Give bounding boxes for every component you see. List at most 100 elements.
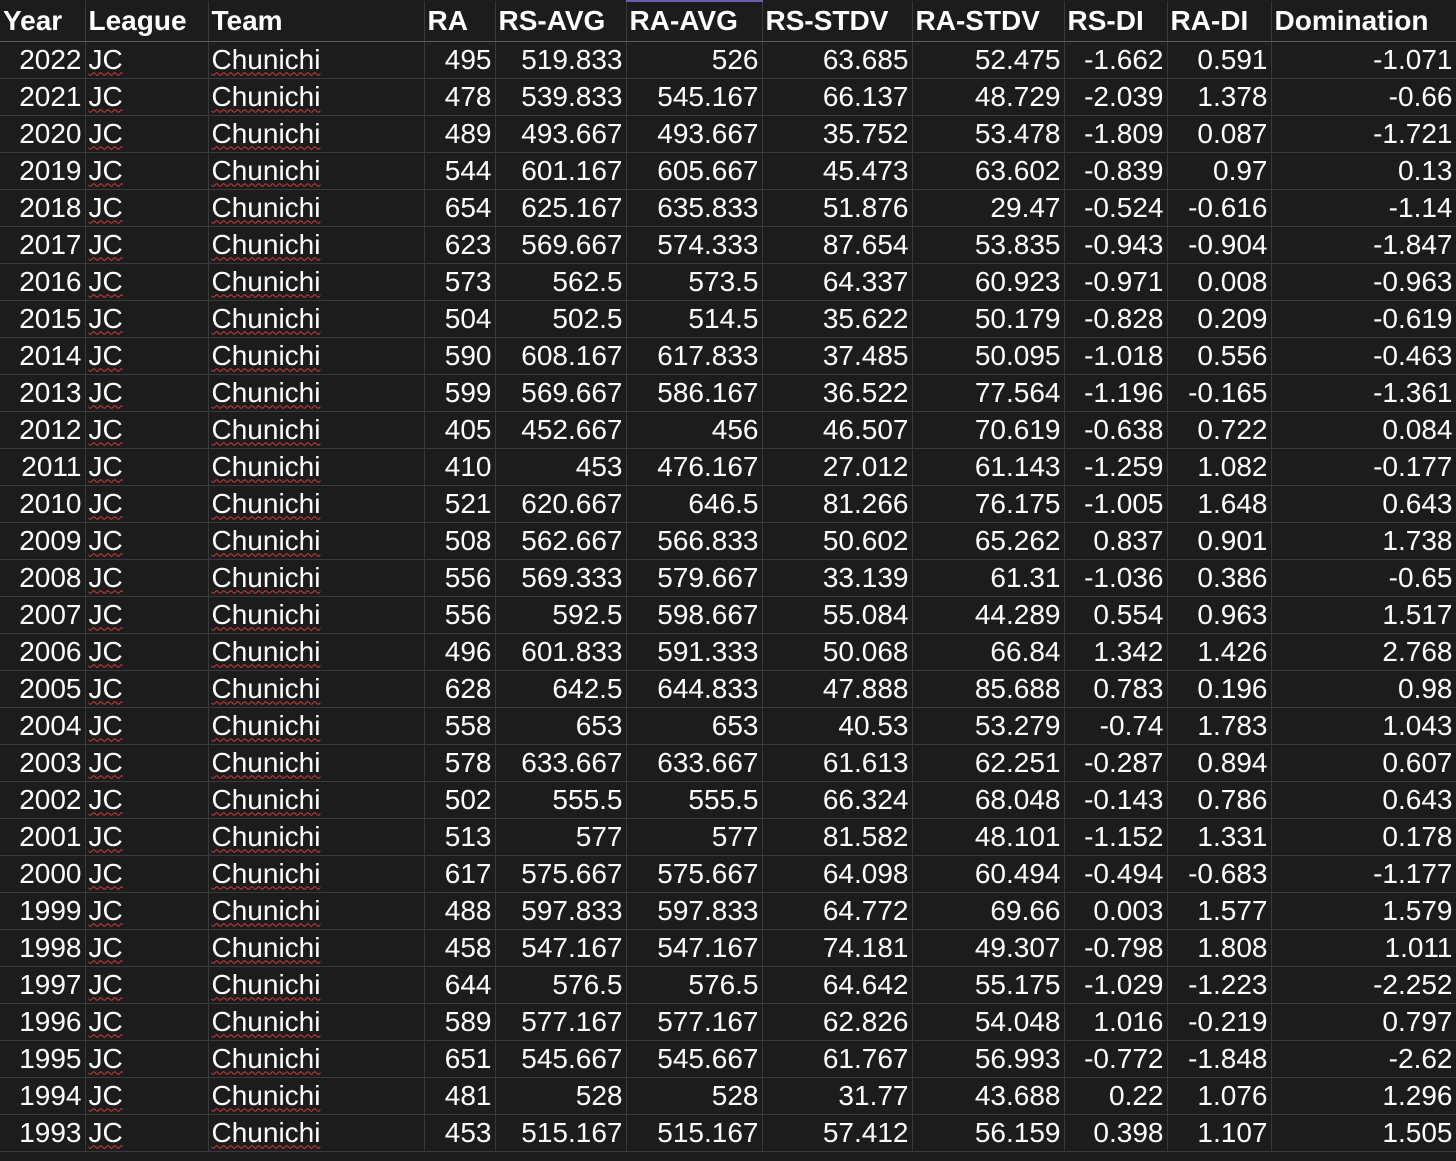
cell-year[interactable]: 2018: [0, 189, 86, 227]
cell-team[interactable]: Chunichi: [208, 337, 425, 375]
cell-ra-stdv[interactable]: 54.048: [912, 1003, 1065, 1041]
cell-year[interactable]: 1998: [0, 929, 86, 967]
cell-rs-di[interactable]: 0.783: [1064, 670, 1168, 708]
cell-league[interactable]: JC: [85, 1114, 209, 1152]
cell-rs-di[interactable]: -0.839: [1064, 152, 1168, 190]
cell-ra[interactable]: 644: [424, 966, 496, 1004]
cell-team[interactable]: Chunichi: [208, 1114, 425, 1152]
header-cell-domination[interactable]: Domination: [1271, 1, 1456, 42]
cell-domination[interactable]: 0.643: [1271, 781, 1456, 819]
cell-league[interactable]: JC: [85, 152, 209, 190]
cell-ra-di[interactable]: -0.683: [1167, 855, 1272, 893]
cell-rs-stdv[interactable]: 66.324: [762, 781, 913, 819]
cell-ra-avg[interactable]: 456: [626, 411, 763, 449]
cell-domination[interactable]: 0.13: [1271, 152, 1456, 190]
cell-year[interactable]: 1993: [0, 1114, 86, 1152]
cell-year[interactable]: 2010: [0, 485, 86, 523]
cell-year[interactable]: 2021: [0, 78, 86, 116]
cell-rs-avg[interactable]: 601.833: [495, 633, 627, 671]
cell-rs-stdv[interactable]: 37.485: [762, 337, 913, 375]
cell-domination[interactable]: 1.296: [1271, 1077, 1456, 1115]
cell-ra[interactable]: 513: [424, 818, 496, 856]
cell-ra-stdv[interactable]: 53.279: [912, 707, 1065, 745]
cell-year[interactable]: 2008: [0, 559, 86, 597]
cell-rs-stdv[interactable]: 64.337: [762, 263, 913, 301]
cell-rs-di[interactable]: -1.029: [1064, 966, 1168, 1004]
cell-rs-stdv[interactable]: 81.266: [762, 485, 913, 523]
cell-ra-di[interactable]: -0.165: [1167, 374, 1272, 412]
cell-team[interactable]: Chunichi: [208, 411, 425, 449]
cell-year[interactable]: 1994: [0, 1077, 86, 1115]
cell-domination[interactable]: 1.043: [1271, 707, 1456, 745]
cell-league[interactable]: JC: [85, 522, 209, 560]
header-cell-rs-avg[interactable]: RS-AVG: [495, 1, 627, 42]
cell-rs-stdv[interactable]: 57.412: [762, 1114, 913, 1152]
cell-ra-stdv[interactable]: 50.179: [912, 300, 1065, 338]
cell-ra-di[interactable]: 0.722: [1167, 411, 1272, 449]
cell-league[interactable]: JC: [85, 781, 209, 819]
cell-ra[interactable]: 405: [424, 411, 496, 449]
cell-rs-di[interactable]: 1.342: [1064, 633, 1168, 671]
cell-domination[interactable]: -0.66: [1271, 78, 1456, 116]
cell-rs-di[interactable]: -1.018: [1064, 337, 1168, 375]
cell-team[interactable]: Chunichi: [208, 707, 425, 745]
cell-rs-avg[interactable]: 569.667: [495, 226, 627, 264]
cell-domination[interactable]: -2.252: [1271, 966, 1456, 1004]
cell-domination[interactable]: -1.847: [1271, 226, 1456, 264]
cell-ra-di[interactable]: 1.378: [1167, 78, 1272, 116]
cell-ra-di[interactable]: 0.901: [1167, 522, 1272, 560]
cell-rs-stdv[interactable]: 63.685: [762, 41, 913, 79]
cell-rs-stdv[interactable]: 51.876: [762, 189, 913, 227]
cell-ra[interactable]: 654: [424, 189, 496, 227]
cell-league[interactable]: JC: [85, 41, 209, 79]
cell-rs-avg[interactable]: 569.333: [495, 559, 627, 597]
cell-rs-avg[interactable]: 569.667: [495, 374, 627, 412]
cell-rs-stdv[interactable]: 35.752: [762, 115, 913, 153]
cell-rs-avg[interactable]: 562.5: [495, 263, 627, 301]
cell-ra[interactable]: 578: [424, 744, 496, 782]
cell-team[interactable]: Chunichi: [208, 892, 425, 930]
cell-year[interactable]: 2006: [0, 633, 86, 671]
cell-rs-avg[interactable]: 633.667: [495, 744, 627, 782]
cell-ra-di[interactable]: 1.331: [1167, 818, 1272, 856]
cell-ra-avg[interactable]: 575.667: [626, 855, 763, 893]
cell-rs-stdv[interactable]: 45.473: [762, 152, 913, 190]
cell-ra-avg[interactable]: 635.833: [626, 189, 763, 227]
cell-rs-avg[interactable]: 453: [495, 448, 627, 486]
cell-ra-avg[interactable]: 579.667: [626, 559, 763, 597]
cell-ra-stdv[interactable]: 68.048: [912, 781, 1065, 819]
header-cell-year[interactable]: Year: [0, 1, 86, 42]
cell-rs-stdv[interactable]: 27.012: [762, 448, 913, 486]
cell-rs-avg[interactable]: 642.5: [495, 670, 627, 708]
cell-ra-stdv[interactable]: 48.101: [912, 818, 1065, 856]
cell-ra-avg[interactable]: 555.5: [626, 781, 763, 819]
cell-ra-di[interactable]: 0.008: [1167, 263, 1272, 301]
cell-rs-avg[interactable]: 502.5: [495, 300, 627, 338]
cell-ra-stdv[interactable]: 55.175: [912, 966, 1065, 1004]
cell-year[interactable]: 2011: [0, 448, 86, 486]
cell-domination[interactable]: -1.071: [1271, 41, 1456, 79]
cell-ra-avg[interactable]: 598.667: [626, 596, 763, 634]
cell-rs-di[interactable]: -0.971: [1064, 263, 1168, 301]
cell-year[interactable]: 2016: [0, 263, 86, 301]
cell-domination[interactable]: 1.738: [1271, 522, 1456, 560]
cell-year[interactable]: 2003: [0, 744, 86, 782]
cell-year[interactable]: 2015: [0, 300, 86, 338]
cell-domination[interactable]: -0.65: [1271, 559, 1456, 597]
cell-year[interactable]: 2002: [0, 781, 86, 819]
cell-ra-stdv[interactable]: 63.602: [912, 152, 1065, 190]
cell-rs-avg[interactable]: 547.167: [495, 929, 627, 967]
cell-ra-avg[interactable]: 515.167: [626, 1114, 763, 1152]
header-cell-league[interactable]: League: [85, 1, 209, 42]
cell-rs-stdv[interactable]: 31.77: [762, 1077, 913, 1115]
cell-rs-di[interactable]: -1.036: [1064, 559, 1168, 597]
cell-ra-avg[interactable]: 653: [626, 707, 763, 745]
cell-ra-stdv[interactable]: 43.688: [912, 1077, 1065, 1115]
cell-league[interactable]: JC: [85, 892, 209, 930]
cell-year[interactable]: 2017: [0, 226, 86, 264]
cell-team[interactable]: Chunichi: [208, 744, 425, 782]
cell-ra-stdv[interactable]: 61.143: [912, 448, 1065, 486]
cell-ra-stdv[interactable]: 56.993: [912, 1040, 1065, 1078]
cell-year[interactable]: 2000: [0, 855, 86, 893]
cell-rs-avg[interactable]: 539.833: [495, 78, 627, 116]
